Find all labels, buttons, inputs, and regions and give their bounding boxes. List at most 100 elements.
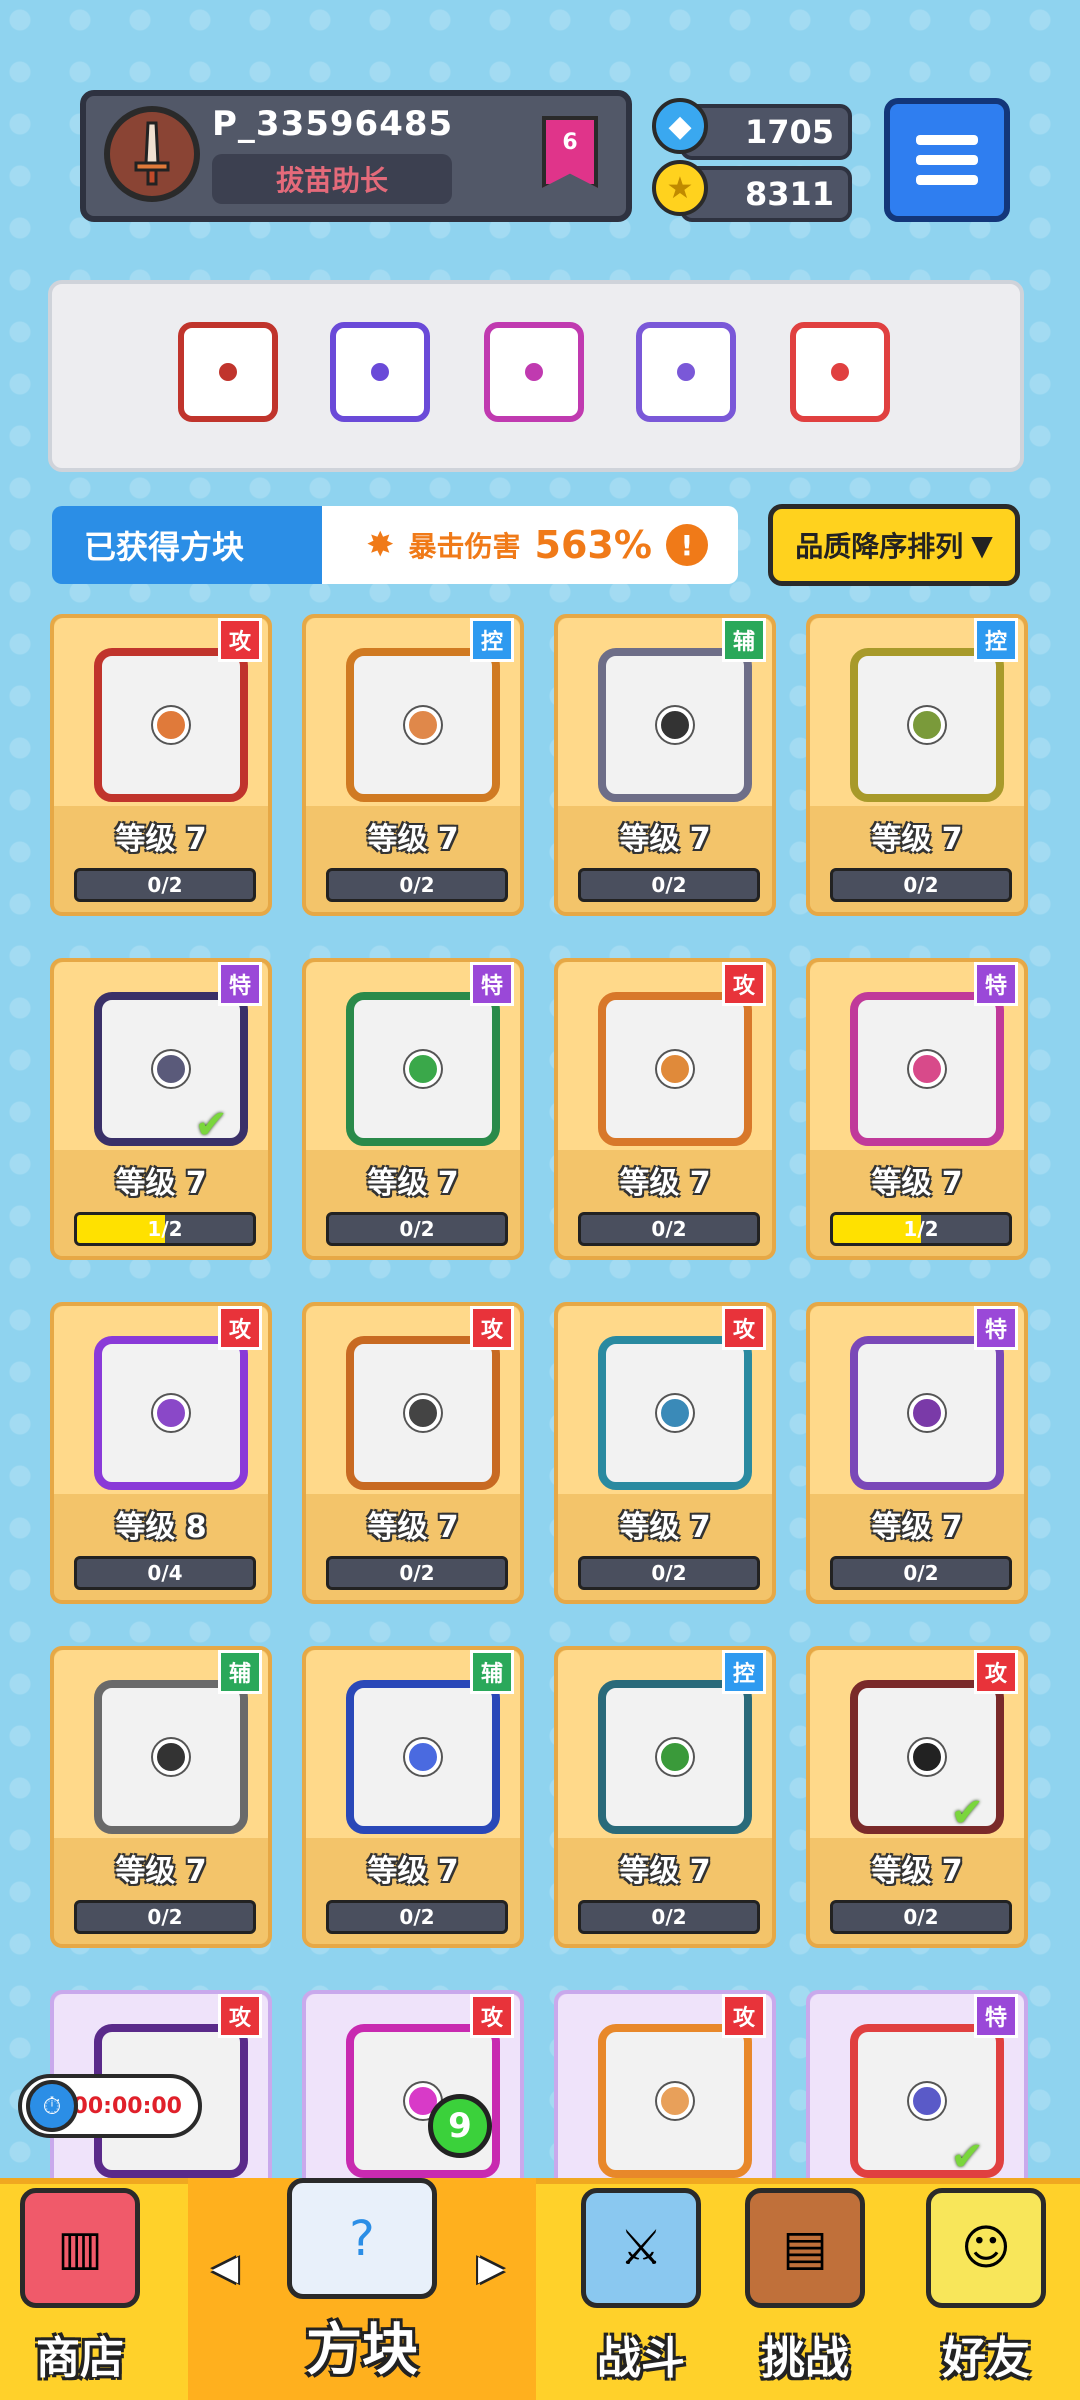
block-card[interactable]: 攻等级 7 0/2 <box>554 958 776 1260</box>
blocks-count-badge: 9 <box>428 2094 492 2158</box>
block-card[interactable]: 辅等级 7 0/2 <box>302 1646 524 1948</box>
crit-damage-stat: ✸ 暴击伤害 563% ! <box>322 506 738 584</box>
ring-block-icon[interactable] <box>330 322 430 422</box>
nav-battle[interactable]: ⚔ 战斗 <box>566 2178 716 2400</box>
crit-info-icon[interactable]: ! <box>665 524 708 566</box>
block-art-icon <box>94 1336 248 1490</box>
block-card[interactable]: 特 ✔ 等级 7 1/2 <box>50 958 272 1260</box>
block-type-tag: 控 <box>974 618 1018 662</box>
sort-dropdown-button[interactable]: 品质降序排列 ▼ <box>768 504 1020 586</box>
nav-friends-label: 好友 <box>942 2333 1030 2384</box>
nav-friends[interactable]: ☺ 好友 <box>906 2178 1066 2400</box>
block-core-dot <box>405 707 441 743</box>
upgrade-progress-bar: 0/2 <box>326 1212 508 1246</box>
block-level: 等级 7 <box>115 822 207 857</box>
block-type-tag: 辅 <box>470 1650 514 1694</box>
block-card[interactable]: 攻等级 7 0/2 <box>50 614 272 916</box>
block-art-icon <box>598 648 752 802</box>
upgrade-progress-text: 0/2 <box>903 873 939 897</box>
block-card[interactable]: 辅等级 7 0/2 <box>50 1646 272 1948</box>
arrow-block-icon[interactable] <box>484 322 584 422</box>
block-level: 等级 7 <box>619 1510 711 1545</box>
block-card[interactable]: 特等级 7 1/2 <box>806 958 1028 1260</box>
block-card[interactable]: 控等级 7 0/2 <box>554 1646 776 1948</box>
block-level: 等级 7 <box>115 1166 207 1201</box>
block-level: 等级 7 <box>367 1166 459 1201</box>
block-core-dot <box>405 1051 441 1087</box>
block-core-dot <box>657 1051 693 1087</box>
block-type-tag: 攻 <box>218 618 262 662</box>
block-art-icon <box>346 1680 500 1834</box>
block-card[interactable]: 特等级 7 0/2 <box>302 958 524 1260</box>
block-type-tag: 特 <box>974 962 1018 1006</box>
coin-icon: ★ <box>652 160 708 216</box>
nav-right-arrow-icon[interactable]: ▶ <box>478 2248 504 2288</box>
block-type-tag: 攻 <box>218 1994 262 2038</box>
upgrade-progress-bar: 0/2 <box>830 868 1012 902</box>
block-core-dot <box>153 1739 189 1775</box>
upgrade-progress-text: 0/2 <box>651 1217 687 1241</box>
nav-challenge[interactable]: ▤ 挑战 <box>730 2178 880 2400</box>
menu-button[interactable] <box>884 98 1010 222</box>
nav-blocks[interactable]: ? 方块 <box>236 2178 488 2400</box>
battle-sword-shield-icon: ⚔ <box>581 2188 701 2308</box>
upgrade-progress-bar: 0/2 <box>578 868 760 902</box>
crit-damage-label: 暴击伤害 <box>408 530 521 563</box>
block-level: 等级 7 <box>871 1510 963 1545</box>
upgrade-progress-bar: 0/2 <box>578 1900 760 1934</box>
upgrade-progress-bar: 0/2 <box>326 868 508 902</box>
block-core-dot <box>153 1395 189 1431</box>
block-core-dot <box>831 363 849 381</box>
block-level: 等级 7 <box>619 1854 711 1889</box>
nav-shop[interactable]: ▥ 商店 <box>0 2178 160 2400</box>
block-level: 等级 7 <box>619 1166 711 1201</box>
block-type-tag: 辅 <box>722 618 766 662</box>
block-core-dot <box>657 707 693 743</box>
block-card[interactable]: 特等级 7 0/2 <box>806 1302 1028 1604</box>
upgrade-progress-bar: 0/2 <box>74 1900 256 1934</box>
stopwatch-icon: ⏱ <box>26 2080 78 2132</box>
block-level: 等级 7 <box>367 1854 459 1889</box>
block-art-icon <box>346 992 500 1146</box>
rainbow-block-icon[interactable] <box>790 322 890 422</box>
owned-blocks-label: 已获得方块 <box>52 506 342 584</box>
saw-block-icon[interactable] <box>178 322 278 422</box>
upgrade-progress-text: 0/2 <box>903 1905 939 1929</box>
block-level: 等级 7 <box>367 1510 459 1545</box>
gem-icon: ◆ <box>652 98 708 154</box>
block-type-tag: 攻 <box>218 1306 262 1350</box>
upgrade-progress-bar: 0/2 <box>326 1556 508 1590</box>
crack-block-icon[interactable] <box>636 322 736 422</box>
block-card[interactable]: 控等级 7 0/2 <box>302 614 524 916</box>
upgrade-progress-bar: 0/2 <box>326 1900 508 1934</box>
mystery-cube-icon: ? <box>287 2178 437 2299</box>
upgrade-progress-text: 0/2 <box>399 1561 435 1585</box>
block-level: 等级 7 <box>367 822 459 857</box>
block-core-dot <box>405 1739 441 1775</box>
block-card[interactable]: 攻等级 8 0/4 <box>50 1302 272 1604</box>
block-card[interactable]: 攻等级 7 0/2 <box>302 1302 524 1604</box>
nav-battle-label: 战斗 <box>597 2333 685 2384</box>
block-art-icon <box>850 992 1004 1146</box>
block-card[interactable]: 控等级 7 0/2 <box>806 614 1028 916</box>
block-core-dot <box>909 1051 945 1087</box>
block-core-dot <box>677 363 695 381</box>
block-type-tag: 攻 <box>470 1306 514 1350</box>
block-type-tag: 控 <box>470 618 514 662</box>
upgrade-progress-text: 0/2 <box>399 873 435 897</box>
block-type-tag: 辅 <box>218 1650 262 1694</box>
block-core-dot <box>525 363 543 381</box>
block-level: 等级 7 <box>871 1166 963 1201</box>
equipped-check-icon: ✔ <box>194 1102 228 1148</box>
avatar-sword-icon[interactable] <box>104 106 200 202</box>
upgrade-progress-text: 1/2 <box>147 1217 183 1241</box>
friends-character-icon: ☺ <box>926 2188 1046 2308</box>
block-card[interactable]: 辅等级 7 0/2 <box>554 614 776 916</box>
upgrade-progress-text: 0/2 <box>651 1905 687 1929</box>
nav-blocks-label: 方块 <box>306 2318 418 2383</box>
block-core-dot <box>219 363 237 381</box>
nav-left-arrow-icon[interactable]: ◀ <box>212 2248 238 2288</box>
block-card[interactable]: 攻等级 7 0/2 <box>554 1302 776 1604</box>
block-card[interactable]: 攻 ✔ 等级 7 0/2 <box>806 1646 1028 1948</box>
upgrade-progress-text: 0/2 <box>147 873 183 897</box>
